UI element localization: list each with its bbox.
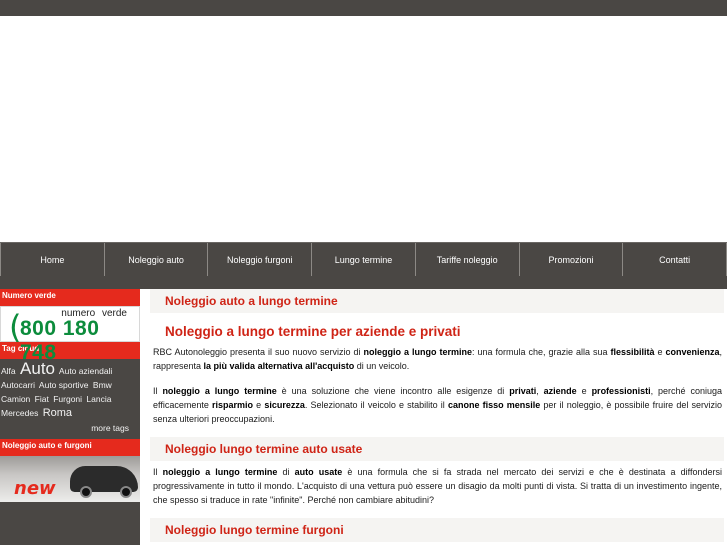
bold-text: professionisti bbox=[591, 386, 651, 396]
tag-link[interactable]: Fiat bbox=[35, 394, 49, 404]
text-run: , bbox=[536, 386, 544, 396]
nav-item-contatti[interactable]: Contatti bbox=[623, 243, 727, 277]
top-bar bbox=[0, 0, 727, 16]
nav-item-promozioni[interactable]: Promozioni bbox=[520, 243, 624, 277]
bold-text: sicurezza bbox=[264, 400, 305, 410]
bold-text: auto usate bbox=[294, 467, 343, 477]
section-strip-2: Noleggio lungo termine auto usate bbox=[150, 437, 724, 461]
bold-text: risparmio bbox=[212, 400, 254, 410]
nav-item-tariffe-noleggio[interactable]: Tariffe noleggio bbox=[416, 243, 520, 277]
section-heading-auto-usate: Noleggio lungo termine auto usate bbox=[165, 442, 363, 456]
noleggio-auto-furgoni-heading: Noleggio auto e furgoni bbox=[0, 439, 140, 456]
promo-banner[interactable]: new bbox=[0, 456, 140, 502]
nav-item-noleggio-furgoni[interactable]: Noleggio furgoni bbox=[208, 243, 313, 277]
text-run: Il bbox=[153, 467, 163, 477]
bold-text: noleggio a lungo termine bbox=[162, 467, 278, 477]
paragraph-auto-usate: Il noleggio a lungo termine di auto usat… bbox=[150, 465, 724, 507]
tag-link[interactable]: Lancia bbox=[86, 394, 111, 404]
paragraph-intro: RBC Autonoleggio presenta il suo nuovo s… bbox=[150, 345, 724, 373]
tag-link[interactable]: Mercedes bbox=[1, 408, 38, 418]
page-title: Noleggio auto a lungo termine bbox=[165, 294, 338, 308]
bold-text: privati bbox=[509, 386, 537, 396]
section-strip-3: Noleggio lungo termine furgoni bbox=[150, 518, 724, 542]
section-strip-1: Noleggio auto a lungo termine bbox=[150, 289, 724, 313]
text-run: e bbox=[253, 400, 265, 410]
car-wheel-rear bbox=[120, 486, 132, 498]
banner-new-label: new bbox=[14, 478, 56, 499]
tag-cloud: Alfa Auto Auto aziendali Autocarri Auto … bbox=[0, 359, 140, 439]
tag-link[interactable]: Camion bbox=[1, 394, 30, 404]
tag-link[interactable]: Autocarri bbox=[1, 380, 35, 390]
section-heading-aziende-privati: Noleggio a lungo termine per aziende e p… bbox=[165, 323, 461, 339]
main-nav: Home Noleggio auto Noleggio furgoni Lung… bbox=[0, 242, 727, 277]
tag-link[interactable]: Auto bbox=[20, 359, 55, 378]
tag-link[interactable]: Auto aziendali bbox=[59, 366, 112, 376]
text-run: di un veicolo. bbox=[354, 361, 410, 371]
bold-text: flessibilità bbox=[610, 347, 655, 357]
text-run: RBC Autonoleggio presenta il suo nuovo s… bbox=[153, 347, 364, 357]
numero-verde-heading: Numero verde bbox=[0, 289, 140, 306]
text-run: . Selezionato il veicolo e stabilito il bbox=[304, 400, 448, 410]
nav-item-home[interactable]: Home bbox=[0, 243, 105, 277]
text-run: di bbox=[277, 467, 295, 477]
more-tags-link[interactable]: more tags bbox=[91, 421, 129, 435]
bold-text: la più valida alternativa all'acquisto bbox=[203, 361, 355, 371]
nav-item-lungo-termine[interactable]: Lungo termine bbox=[312, 243, 416, 277]
tag-link[interactable]: Furgoni bbox=[53, 394, 82, 404]
nav-band bbox=[0, 276, 727, 289]
nav-item-noleggio-auto[interactable]: Noleggio auto bbox=[105, 243, 209, 277]
car-wheel-front bbox=[80, 486, 92, 498]
text-run: e bbox=[654, 347, 666, 357]
text-run: e bbox=[576, 386, 592, 396]
tag-link[interactable]: Auto sportive bbox=[39, 380, 89, 390]
text-run: : una formula che, grazie alla sua bbox=[471, 347, 611, 357]
sidebar: Numero verde numero verde ( 800 180 748 … bbox=[0, 289, 140, 545]
bold-text: noleggio a lungo termine bbox=[162, 386, 277, 396]
tag-link[interactable]: Bmw bbox=[93, 380, 112, 390]
text-run: è una soluzione che viene incontro alle … bbox=[276, 386, 510, 396]
paragraph-soluzione: Il noleggio a lungo termine è una soluzi… bbox=[150, 384, 724, 426]
tag-link[interactable]: Roma bbox=[43, 407, 72, 419]
bold-text: canone fisso mensile bbox=[447, 400, 541, 410]
bold-text: aziende bbox=[543, 386, 577, 396]
bold-text: noleggio a lungo termine bbox=[363, 347, 472, 357]
section-heading-furgoni: Noleggio lungo termine furgoni bbox=[165, 523, 344, 537]
tag-link[interactable]: Alfa bbox=[1, 366, 16, 376]
bold-text: convenienza bbox=[665, 347, 720, 357]
main-content: Noleggio auto a lungo termine Noleggio a… bbox=[150, 289, 724, 545]
numero-verde-box[interactable]: numero verde ( 800 180 748 bbox=[0, 306, 140, 364]
numero-verde-number: 800 180 748 bbox=[20, 317, 100, 364]
